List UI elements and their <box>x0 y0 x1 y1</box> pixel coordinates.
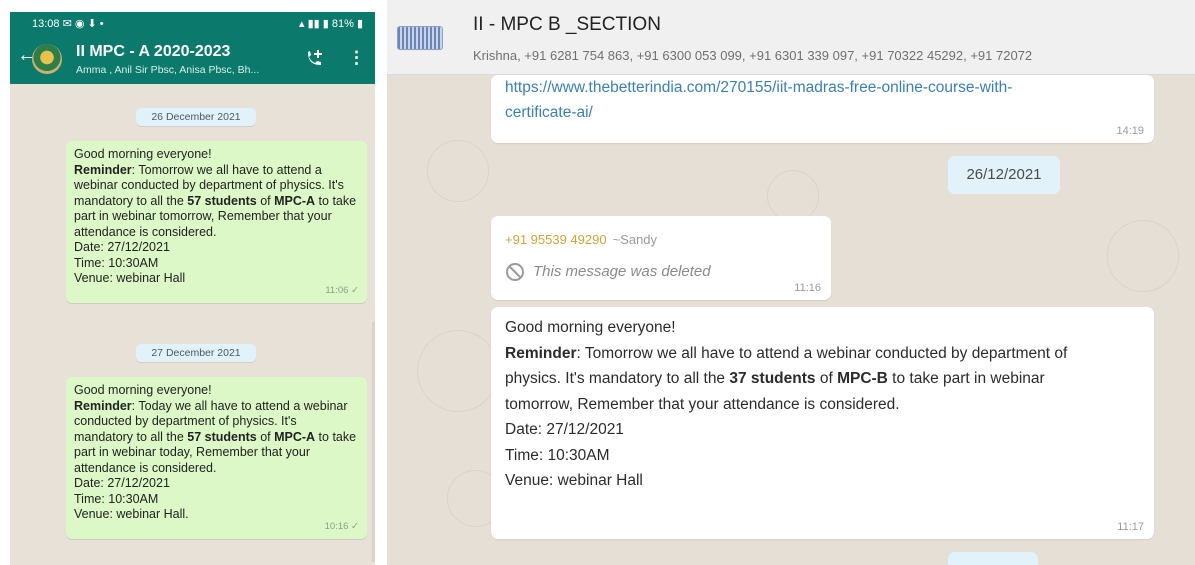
group-members: Amma , Anil Sir Pbsc, Anisa Pbsc, Bh... <box>76 64 260 76</box>
next-message-stub <box>948 552 1038 565</box>
sender-phone[interactable]: +91 95539 49290 <box>505 232 607 247</box>
message-bubble[interactable]: Good morning everyone! Reminder: Tomorro… <box>491 307 1154 539</box>
scrollbar[interactable] <box>372 322 375 562</box>
sender-nickname: ~Sandy <box>612 232 658 247</box>
battery-level: 81% <box>331 18 354 30</box>
deleted-text: This message was deleted <box>533 262 711 280</box>
chat-header: II - MPC B _SECTION Krishna, +91 6281 75… <box>387 0 1195 75</box>
message-bubble[interactable]: Good morning everyone! Reminder: Tomorro… <box>66 141 367 303</box>
message-time: 11:16 <box>794 282 821 294</box>
date-chip-27-dec: 27 December 2021 <box>136 344 256 362</box>
message-time: 14:19 <box>1116 125 1144 137</box>
message-time: 10:16 ✓ <box>324 521 359 532</box>
message-time: 11:06 ✓ <box>325 285 359 296</box>
group-name[interactable]: II - MPC B _SECTION <box>473 14 661 36</box>
chat-app-bar: ← II MPC - A 2020-2023 Amma , Anil Sir P… <box>10 34 375 84</box>
deleted-icon <box>506 263 524 281</box>
message-link-cont[interactable]: certificate-ai/ <box>505 104 593 121</box>
status-bar: 13:08 ✉ ◉ ⬇ • ▴ ▮▮ ▮ 81% ▮ <box>10 12 375 34</box>
group-avatar[interactable] <box>32 44 62 74</box>
date-chip-26-dec: 26 December 2021 <box>136 108 256 126</box>
add-call-icon[interactable] <box>303 48 325 70</box>
message-time: 11:17 <box>1117 521 1144 533</box>
status-system-icons: ▴ ▮▮ ▮ 81% ▮ <box>299 18 363 30</box>
deleted-message-bubble[interactable]: +91 95539 49290 ~Sandy This message was d… <box>491 216 831 300</box>
more-options-icon[interactable]: ⋮ <box>348 48 365 68</box>
date-chip: 26/12/2021 <box>948 156 1060 194</box>
message-bubble[interactable]: Good morning everyone! Reminder: Today w… <box>66 377 367 539</box>
sender-line: +91 95539 49290 ~Sandy <box>505 232 657 247</box>
group-members: Krishna, +91 6281 754 863, +91 6300 053 … <box>473 48 1033 63</box>
web-chat-screenshot: II - MPC B _SECTION Krishna, +91 6281 75… <box>387 0 1195 565</box>
link-message-bubble[interactable]: https://www.thebetterindia.com/270155/ii… <box>491 75 1154 143</box>
group-name[interactable]: II MPC - A 2020-2023 <box>76 43 230 61</box>
status-time: 13:08 ✉ ◉ ⬇ • <box>32 18 104 30</box>
message-link[interactable]: https://www.thebetterindia.com/270155/ii… <box>505 79 1012 96</box>
mobile-chat-screenshot: 13:08 ✉ ◉ ⬇ • ▴ ▮▮ ▮ 81% ▮ ← II MPC - A … <box>10 12 375 565</box>
group-avatar[interactable] <box>397 26 443 50</box>
